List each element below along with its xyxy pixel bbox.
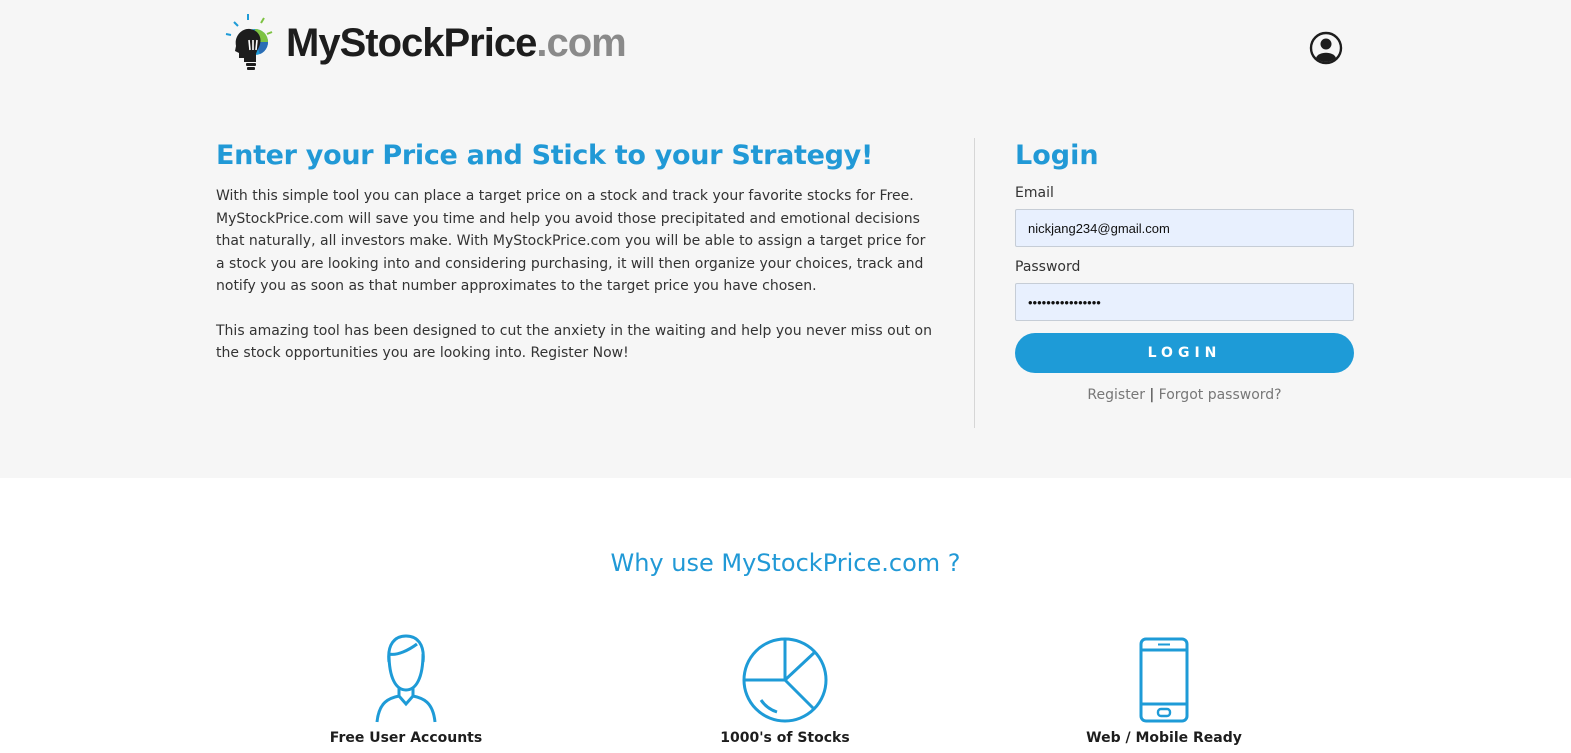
email-field[interactable] [1015,209,1354,247]
feature-label: Free User Accounts [329,730,483,746]
register-link[interactable]: Register [1087,387,1145,403]
lightbulb-head-icon [225,14,273,70]
password-field[interactable] [1015,283,1354,321]
user-circle-icon[interactable] [1308,30,1344,66]
pie-chart-icon [742,637,828,723]
column-divider [974,138,975,428]
login-button[interactable]: LOGIN [1015,333,1354,373]
login-panel: Login Email Password LOGIN Register | Fo… [1015,140,1354,403]
email-label: Email [1015,185,1054,201]
feature-label: Web / Mobile Ready [1086,730,1242,746]
page-headline: Enter your Price and Stick to your Strat… [216,140,873,171]
logo-name: MyStockPrice [286,21,537,65]
intro-paragraph: With this simple tool you can place a ta… [216,188,926,294]
user-icon [375,634,437,723]
intro-column: Enter your Price and Stick to your Strat… [216,140,936,365]
logo-wordmark: MyStockPrice.com [286,21,627,65]
link-separator: | [1149,387,1155,403]
why-heading: Why use MyStockPrice.com ? [610,549,961,577]
feature-free-accounts: Free User Accounts [286,632,526,746]
forgot-password-link[interactable]: Forgot password? [1159,387,1282,403]
login-title: Login [1015,140,1099,171]
smartphone-icon [1139,637,1189,723]
password-label: Password [1015,259,1081,275]
feature-mobile: Web / Mobile Ready [1044,636,1284,746]
feature-stocks: 1000's of Stocks [665,636,905,746]
intro-paragraph-2: This amazing tool has been designed to c… [216,322,932,362]
site-logo[interactable]: MyStockPrice.com [222,10,627,76]
feature-label: 1000's of Stocks [720,730,850,746]
logo-tld: .com [536,21,626,65]
login-links: Register | Forgot password? [1015,387,1354,403]
